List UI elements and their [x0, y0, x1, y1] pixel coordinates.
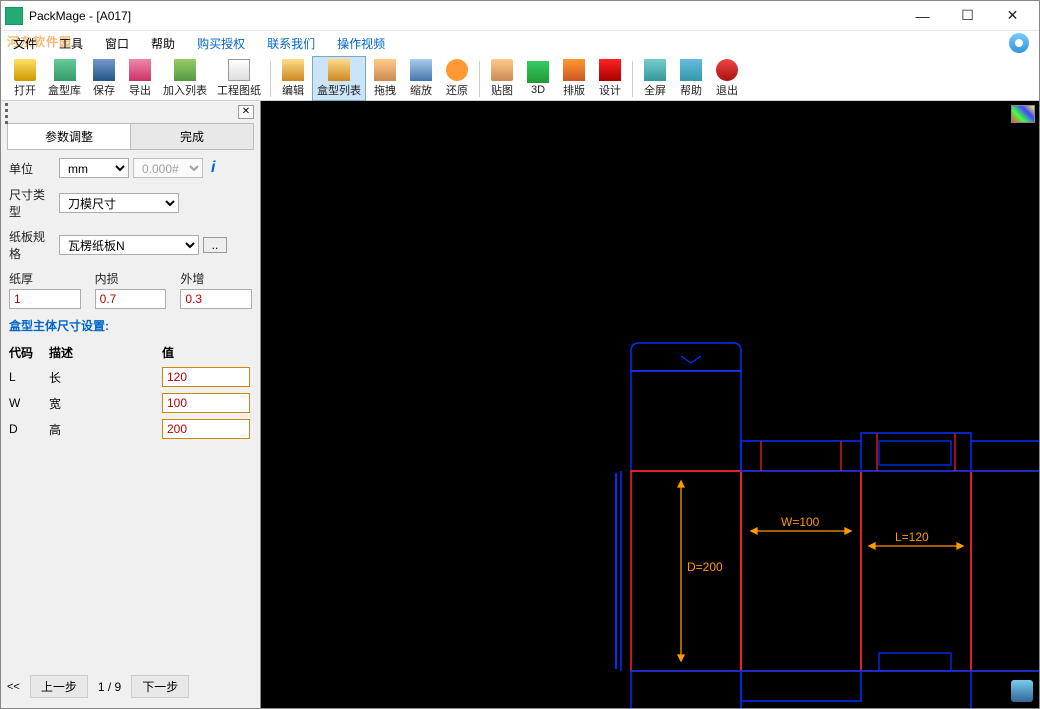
save-icon — [93, 59, 115, 81]
outer-label: 外增 — [180, 270, 252, 287]
save-button[interactable]: 保存 — [87, 57, 121, 100]
inner-input[interactable] — [95, 289, 167, 309]
export-button[interactable]: 导出 — [123, 57, 157, 100]
design-button[interactable]: 设计 — [593, 57, 627, 100]
fullscreen-button[interactable]: 全屏 — [638, 57, 672, 100]
link-contact[interactable]: 联系我们 — [263, 33, 319, 54]
dim-row-D: D 高 — [9, 419, 252, 439]
drag-button[interactable]: 拖拽 — [368, 57, 402, 100]
prev-step-button[interactable]: 上一步 — [30, 675, 88, 698]
page-indicator: 1 / 9 — [98, 680, 121, 694]
document-icon — [228, 59, 250, 81]
addlist-button[interactable]: 加入列表 — [159, 57, 211, 100]
format-select[interactable]: 0.000# — [133, 158, 203, 178]
restore-button[interactable]: 还原 — [440, 57, 474, 100]
app-icon — [5, 7, 23, 25]
help-button[interactable]: 帮助 — [674, 57, 708, 100]
info-icon[interactable]: i — [211, 159, 215, 177]
boxlist-button[interactable]: 盒型列表 — [312, 56, 366, 101]
exit-icon — [716, 59, 738, 81]
undo-icon — [446, 59, 468, 81]
hand-icon — [374, 59, 396, 81]
3d-button[interactable]: 3D — [521, 59, 555, 98]
dim-label-L: L=120 — [895, 530, 929, 544]
thick-label: 纸厚 — [9, 270, 81, 287]
outer-input[interactable] — [180, 289, 252, 309]
dim-header: 代码 描述 值 — [9, 340, 252, 367]
paste-button[interactable]: 贴图 — [485, 57, 519, 100]
side-panel: ✕ 参数调整 完成 单位 mm 0.000# i 尺寸类型 刀模尺寸 纸板规格 … — [1, 101, 261, 708]
menu-file[interactable]: 文件 — [9, 33, 41, 54]
dim-row-L: L 长 — [9, 367, 252, 387]
unit-label: 单位 — [9, 160, 55, 177]
engdraw-button[interactable]: 工程图纸 — [213, 57, 265, 100]
board-label: 纸板规格 — [9, 228, 55, 262]
zoom-button[interactable]: 缩放 — [404, 57, 438, 100]
dim-W-input[interactable] — [162, 393, 250, 413]
menu-window[interactable]: 窗口 — [101, 33, 133, 54]
export-icon — [129, 59, 151, 81]
board-more-button[interactable]: .. — [203, 237, 227, 253]
minimize-button[interactable]: — — [900, 2, 945, 30]
folder-icon — [14, 59, 36, 81]
edit-button[interactable]: 编辑 — [276, 57, 310, 100]
unit-select[interactable]: mm — [59, 158, 129, 178]
dim-D-input[interactable] — [162, 419, 250, 439]
dim-row-W: W 宽 — [9, 393, 252, 413]
drawing-canvas[interactable]: W=100 L=120 D=200 — [261, 101, 1039, 708]
thick-input[interactable] — [9, 289, 81, 309]
tab-done[interactable]: 完成 — [131, 124, 253, 149]
edit-icon — [282, 59, 304, 81]
board-select[interactable]: 瓦楞纸板N — [59, 235, 199, 255]
sizetype-label: 尺寸类型 — [9, 186, 55, 220]
cube-icon — [527, 61, 549, 83]
section-title: 盒型主体尺寸设置: — [9, 317, 252, 334]
panel-close-icon[interactable]: ✕ — [238, 105, 254, 119]
open-button[interactable]: 打开 — [8, 57, 42, 100]
exit-button[interactable]: 退出 — [710, 57, 744, 100]
fullscreen-icon — [644, 59, 666, 81]
layout-icon — [563, 59, 585, 81]
tab-params[interactable]: 参数调整 — [8, 124, 131, 149]
dim-label-D: D=200 — [687, 560, 723, 574]
add-icon — [174, 59, 196, 81]
first-page-button[interactable]: << — [7, 681, 20, 693]
window-title: PackMage - [A017] — [29, 9, 900, 23]
next-step-button[interactable]: 下一步 — [131, 675, 189, 698]
close-button[interactable]: ✕ — [990, 2, 1035, 30]
sizetype-select[interactable]: 刀模尺寸 — [59, 193, 179, 213]
menu-bar: 文件 工具 窗口 帮助 购买授权 联系我们 操作视频 — [1, 31, 1039, 55]
window-titlebar: PackMage - [A017] — ☐ ✕ — [1, 1, 1039, 31]
design-icon — [599, 59, 621, 81]
help-icon — [680, 59, 702, 81]
boxlib-button[interactable]: 盒型库 — [44, 57, 85, 100]
zoom-icon — [410, 59, 432, 81]
dim-label-W: W=100 — [781, 515, 820, 529]
inner-label: 内损 — [95, 270, 167, 287]
user-icon[interactable] — [1009, 33, 1029, 53]
layout-button[interactable]: 排版 — [557, 57, 591, 100]
link-buy[interactable]: 购买授权 — [193, 33, 249, 54]
menu-tools[interactable]: 工具 — [55, 33, 87, 54]
menu-help[interactable]: 帮助 — [147, 33, 179, 54]
library-icon — [54, 59, 76, 81]
panel-tabs: 参数调整 完成 — [7, 123, 254, 150]
link-video[interactable]: 操作视频 — [333, 33, 389, 54]
paste-icon — [491, 59, 513, 81]
dim-L-input[interactable] — [162, 367, 250, 387]
maximize-button[interactable]: ☐ — [945, 2, 990, 30]
toolbar: 打开 盒型库 保存 导出 加入列表 工程图纸 编辑 盒型列表 拖拽 缩放 还原 … — [1, 55, 1039, 101]
list-icon — [328, 59, 350, 81]
